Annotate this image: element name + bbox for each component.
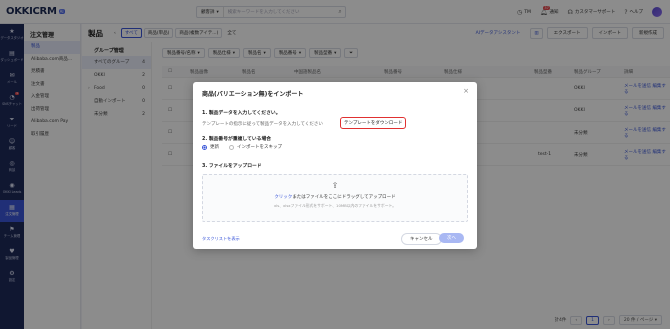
step-1-description: テンプレートの指示に従って製品データを入力してください bbox=[202, 122, 323, 127]
radio-update-label: 更新 bbox=[210, 145, 219, 150]
close-icon[interactable]: × bbox=[463, 87, 469, 95]
upload-text: またはファイルをここにドラッグしてアップロード bbox=[292, 195, 396, 200]
next-button[interactable]: 次へ bbox=[439, 233, 464, 243]
download-template-button[interactable]: テンプレートをダウンロード bbox=[340, 117, 407, 129]
duplicate-option-group: 更新 インポートをスキップ bbox=[202, 144, 282, 150]
radio-skip[interactable]: インポートをスキップ bbox=[229, 144, 282, 150]
radio-unchecked-icon bbox=[229, 144, 234, 150]
step-1-title: 1. 製品データを入力してください。 bbox=[202, 111, 281, 116]
radio-checked-icon bbox=[202, 144, 207, 150]
upload-hint: xls、xlsxファイル形式をサポート、10MB以内のファイルをサポート。 bbox=[273, 203, 397, 208]
upload-click-link[interactable]: クリック bbox=[274, 195, 292, 200]
task-list-link[interactable]: タスクリストを表示 bbox=[202, 236, 240, 242]
radio-update[interactable]: 更新 bbox=[202, 144, 219, 150]
upload-dropzone[interactable]: ⇪ クリックまたはファイルをここにドラッグしてアップロード xls、xlsxファ… bbox=[202, 174, 468, 222]
step-2-title: 2. 製品番号が重複している場合 bbox=[202, 137, 272, 142]
import-modal: 商品(バリエーション無)をインポート × 1. 製品データを入力してください。 … bbox=[193, 82, 477, 249]
radio-skip-label: インポートをスキップ bbox=[237, 145, 282, 150]
upload-icon: ⇪ bbox=[331, 181, 339, 190]
step-3-title: 3. ファイルをアップロード bbox=[202, 164, 262, 169]
upload-instructions: クリックまたはファイルをここにドラッグしてアップロード bbox=[203, 194, 467, 200]
modal-title: 商品(バリエーション無)をインポート bbox=[202, 91, 304, 98]
cancel-button[interactable]: キャンセル bbox=[401, 233, 442, 245]
